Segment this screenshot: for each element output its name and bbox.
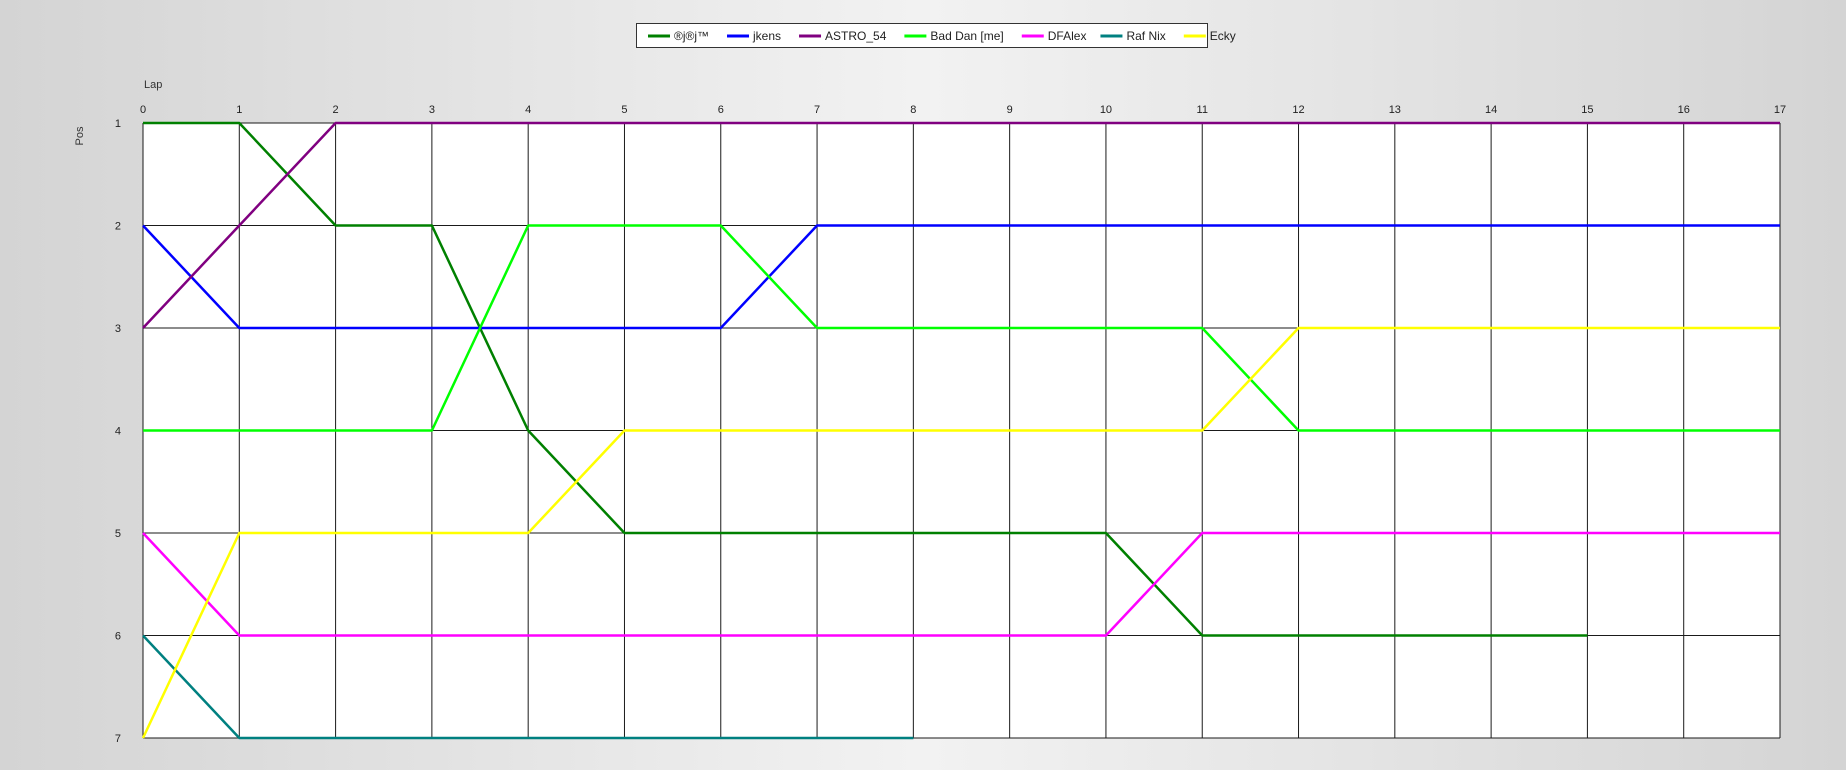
legend-label: ®j®j™ <box>674 29 709 43</box>
y-tick-label: 4 <box>115 426 121 438</box>
y-tick-label: 5 <box>115 528 121 540</box>
x-tick-label: 6 <box>718 104 724 116</box>
x-tick-label: 15 <box>1581 104 1593 116</box>
x-axis-title: Lap <box>144 79 162 91</box>
y-tick-label: 6 <box>115 631 121 643</box>
x-tick-label: 10 <box>1100 104 1112 116</box>
x-tick-label: 14 <box>1485 104 1497 116</box>
x-tick-label: 4 <box>525 104 531 116</box>
x-tick-label: 13 <box>1389 104 1401 116</box>
x-tick-label: 12 <box>1292 104 1304 116</box>
x-tick-label: 9 <box>1007 104 1013 116</box>
x-tick-label: 5 <box>621 104 627 116</box>
x-tick-label: 2 <box>333 104 339 116</box>
y-tick-label: 2 <box>115 221 121 233</box>
legend: ®j®j™ jkens ASTRO_54 Bad Dan [me] DFAlex Raf … <box>648 29 1236 43</box>
y-tick-label: 1 <box>115 118 121 130</box>
legend-label: Raf Nix <box>1126 29 1165 43</box>
x-tick-label: 1 <box>236 104 242 116</box>
lap-position-chart: 0 1 2 3 4 5 6 7 8 9 10 11 12 13 14 15 16 171234567 Lap Po… <box>74 29 1786 745</box>
legend-label: jkens <box>752 29 781 43</box>
x-tick-label: 0 <box>140 104 146 116</box>
legend-label: Ecky <box>1210 29 1236 43</box>
x-tick-label: 17 <box>1774 104 1786 116</box>
x-tick-label: 11 <box>1197 104 1208 116</box>
x-tick-label: 7 <box>814 104 820 116</box>
y-tick-label: 3 <box>115 323 121 335</box>
legend-label: DFAlex <box>1048 29 1087 43</box>
x-tick-label: 3 <box>429 104 435 116</box>
x-tick-label: 8 <box>910 104 916 116</box>
y-axis-title: Pos <box>74 126 86 145</box>
legend-label: Bad Dan [me] <box>930 29 1003 43</box>
y-tick-label: 7 <box>115 733 121 745</box>
legend-label: ASTRO_54 <box>825 29 887 43</box>
x-tick-label: 16 <box>1678 104 1690 116</box>
